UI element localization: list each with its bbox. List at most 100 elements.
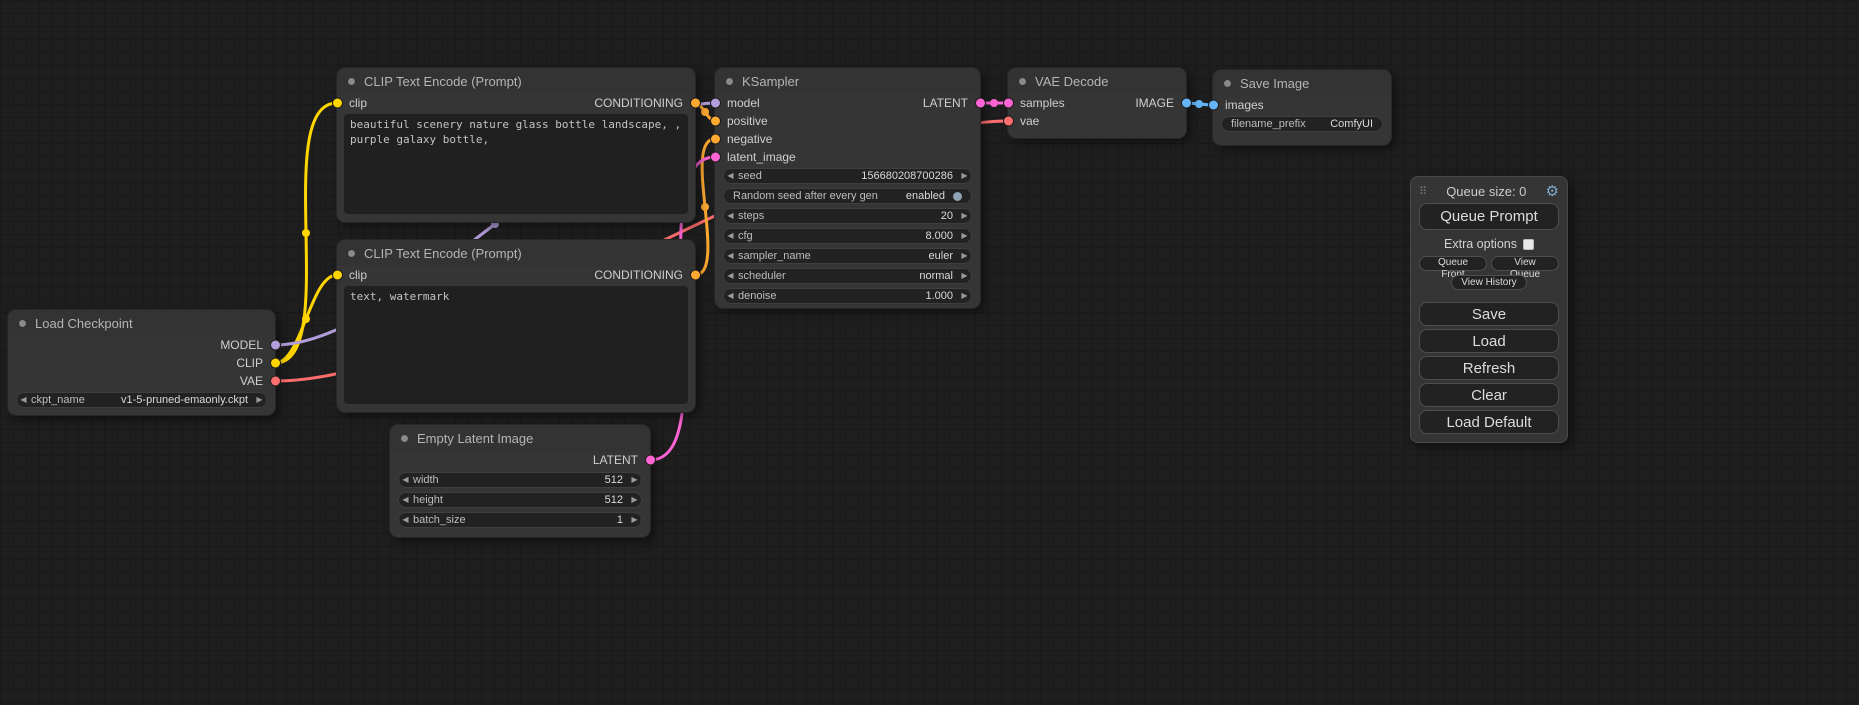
cfg-widget[interactable]: cfg 8.000: [723, 228, 972, 244]
denoise-widget[interactable]: denoise 1.000: [723, 288, 972, 304]
node-ksampler[interactable]: KSampler model LATENT positive negative …: [715, 68, 980, 308]
collapse-dot-icon[interactable]: [347, 249, 356, 258]
decrement-arrow-icon[interactable]: [723, 268, 738, 284]
save-button[interactable]: Save: [1419, 302, 1559, 326]
clip-input-dot[interactable]: [333, 271, 342, 280]
load-default-button[interactable]: Load Default: [1419, 410, 1559, 434]
seed-widget[interactable]: seed 156680208700286: [723, 168, 972, 184]
queue-prompt-button[interactable]: Queue Prompt: [1419, 203, 1559, 230]
node-title-bar[interactable]: KSampler: [715, 68, 980, 94]
slot-row-samples: samples IMAGE: [1008, 94, 1186, 112]
node-empty-latent-image[interactable]: Empty Latent Image LATENT width 512 heig…: [390, 425, 650, 537]
latent-output-dot[interactable]: [976, 99, 985, 108]
output-slot-vae: VAE: [8, 372, 275, 390]
collapse-dot-icon[interactable]: [18, 319, 27, 328]
negative-input-dot[interactable]: [711, 135, 720, 144]
steps-widget[interactable]: steps 20: [723, 208, 972, 224]
increment-arrow-icon[interactable]: [627, 512, 642, 528]
ckpt-name-widget[interactable]: ckpt_name v1-5-pruned-emaonly.ckpt: [16, 392, 267, 408]
node-save-image[interactable]: Save Image images filename_prefix ComfyU…: [1213, 70, 1391, 145]
widget-value: v1-5-pruned-emaonly.ckpt: [85, 394, 252, 406]
images-input-dot[interactable]: [1209, 101, 1218, 110]
view-queue-button[interactable]: View Queue: [1491, 256, 1559, 271]
widget-value: ComfyUI: [1310, 118, 1373, 130]
toggle-state-dot[interactable]: [953, 192, 962, 201]
load-button[interactable]: Load: [1419, 329, 1559, 353]
slot-label: model: [715, 96, 760, 110]
height-widget[interactable]: height 512: [398, 492, 642, 508]
positive-prompt-textarea[interactable]: beautiful scenery nature glass bottle la…: [344, 114, 688, 214]
queue-front-button[interactable]: Queue Front: [1419, 256, 1487, 271]
model-input-dot[interactable]: [711, 99, 720, 108]
node-title-bar[interactable]: CLIP Text Encode (Prompt): [337, 68, 695, 94]
sampler-name-widget[interactable]: sampler_name euler: [723, 248, 972, 264]
collapse-dot-icon[interactable]: [400, 434, 409, 443]
collapse-dot-icon[interactable]: [347, 77, 356, 86]
collapse-dot-icon[interactable]: [725, 77, 734, 86]
increment-arrow-icon[interactable]: [957, 268, 972, 284]
decrement-arrow-icon[interactable]: [723, 248, 738, 264]
conditioning-output-dot[interactable]: [691, 99, 700, 108]
node-title-bar[interactable]: VAE Decode: [1008, 68, 1186, 94]
increment-arrow-icon[interactable]: [957, 228, 972, 244]
link-midpoint-dot: [701, 108, 709, 116]
node-vae-decode[interactable]: VAE Decode samples IMAGE vae: [1008, 68, 1186, 138]
extra-options-checkbox[interactable]: [1523, 239, 1534, 250]
decrement-arrow-icon[interactable]: [16, 392, 31, 408]
settings-gear-icon[interactable]: [1546, 184, 1559, 199]
refresh-button[interactable]: Refresh: [1419, 356, 1559, 380]
negative-prompt-textarea[interactable]: text, watermark: [344, 286, 688, 404]
clip-output-dot[interactable]: [271, 359, 280, 368]
collapse-dot-icon[interactable]: [1223, 79, 1232, 88]
increment-arrow-icon[interactable]: [252, 392, 267, 408]
increment-arrow-icon[interactable]: [957, 168, 972, 184]
scheduler-widget[interactable]: scheduler normal: [723, 268, 972, 284]
slot-label: MODEL: [220, 338, 275, 352]
node-title-bar[interactable]: Load Checkpoint: [8, 310, 275, 336]
widget-label: width: [413, 474, 439, 486]
decrement-arrow-icon[interactable]: [398, 472, 413, 488]
increment-arrow-icon[interactable]: [957, 248, 972, 264]
width-widget[interactable]: width 512: [398, 472, 642, 488]
decrement-arrow-icon[interactable]: [723, 208, 738, 224]
increment-arrow-icon[interactable]: [627, 492, 642, 508]
model-output-dot[interactable]: [271, 341, 280, 350]
clear-button[interactable]: Clear: [1419, 383, 1559, 407]
latent-image-input-dot[interactable]: [711, 153, 720, 162]
view-history-button[interactable]: View History: [1451, 275, 1527, 290]
samples-input-dot[interactable]: [1004, 99, 1013, 108]
increment-arrow-icon[interactable]: [627, 472, 642, 488]
conditioning-output-dot[interactable]: [691, 271, 700, 280]
node-title: KSampler: [742, 74, 799, 89]
decrement-arrow-icon[interactable]: [723, 288, 738, 304]
link-midpoint-dot: [990, 99, 998, 107]
drag-handle-icon[interactable]: [1419, 185, 1427, 198]
filename-prefix-widget[interactable]: filename_prefix ComfyUI: [1221, 116, 1383, 132]
collapse-dot-icon[interactable]: [1018, 77, 1027, 86]
widget-value: normal: [786, 270, 957, 282]
latent-output-dot[interactable]: [646, 456, 655, 465]
node-title-bar[interactable]: Save Image: [1213, 70, 1391, 96]
positive-input-dot[interactable]: [711, 117, 720, 126]
node-load-checkpoint[interactable]: Load Checkpoint MODEL CLIP VAE ckpt_name…: [8, 310, 275, 415]
node-clip-text-encode-negative[interactable]: CLIP Text Encode (Prompt) clip CONDITION…: [337, 240, 695, 412]
vae-input-dot[interactable]: [1004, 117, 1013, 126]
clip-input-dot[interactable]: [333, 99, 342, 108]
slot-label: LATENT: [593, 453, 650, 467]
decrement-arrow-icon[interactable]: [723, 168, 738, 184]
node-title-bar[interactable]: Empty Latent Image: [390, 425, 650, 451]
decrement-arrow-icon[interactable]: [398, 492, 413, 508]
decrement-arrow-icon[interactable]: [398, 512, 413, 528]
node-title-bar[interactable]: CLIP Text Encode (Prompt): [337, 240, 695, 266]
node-graph-canvas[interactable]: Load Checkpoint MODEL CLIP VAE ckpt_name…: [0, 0, 1859, 705]
decrement-arrow-icon[interactable]: [723, 228, 738, 244]
random-seed-toggle-widget[interactable]: Random seed after every gen enabled: [723, 188, 972, 204]
increment-arrow-icon[interactable]: [957, 208, 972, 224]
image-output-dot[interactable]: [1182, 99, 1191, 108]
node-clip-text-encode-positive[interactable]: CLIP Text Encode (Prompt) clip CONDITION…: [337, 68, 695, 222]
vae-output-dot[interactable]: [271, 377, 280, 386]
increment-arrow-icon[interactable]: [957, 288, 972, 304]
slot-label: images: [1213, 98, 1264, 112]
batch-size-widget[interactable]: batch_size 1: [398, 512, 642, 528]
node-title: CLIP Text Encode (Prompt): [364, 74, 522, 89]
